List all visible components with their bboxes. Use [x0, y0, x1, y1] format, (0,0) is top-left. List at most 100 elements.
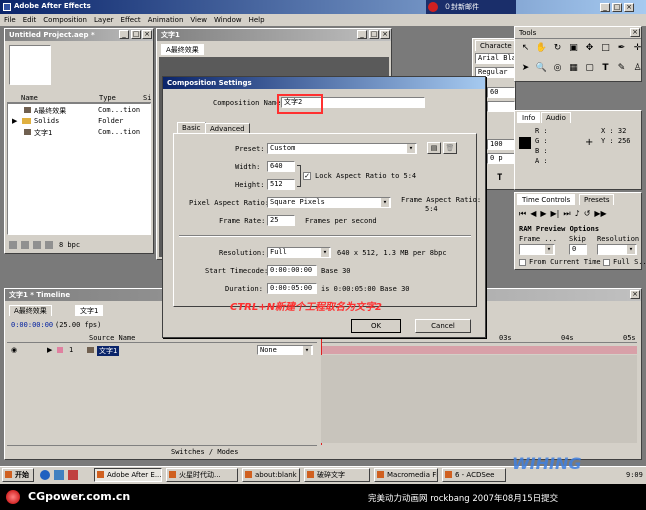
from-current-checkbox[interactable]: [519, 259, 526, 266]
parent-select[interactable]: None: [257, 345, 313, 355]
first-frame-icon[interactable]: ⏮: [519, 209, 526, 219]
minimize-button[interactable]: _: [600, 3, 610, 12]
col-size[interactable]: Si: [143, 94, 151, 102]
taskbar-about-blank[interactable]: about:blank - ...: [242, 468, 300, 482]
col-type[interactable]: Type: [99, 94, 116, 102]
timeline-close[interactable]: ×: [630, 290, 640, 299]
source-name-col[interactable]: Source Name: [89, 334, 135, 342]
frame-rate-field[interactable]: 25: [267, 215, 295, 226]
label-color[interactable]: [57, 347, 63, 353]
baseline-field[interactable]: 0 p: [487, 153, 515, 164]
mail-notifier[interactable]: ０封新邮件: [426, 0, 516, 14]
timeline-tab-text1[interactable]: 文字1: [75, 305, 104, 316]
list-item[interactable]: A最终效果 Com...tion: [8, 105, 150, 115]
menu-composition[interactable]: Composition: [43, 14, 87, 26]
close-button[interactable]: ×: [624, 3, 634, 12]
par-select[interactable]: Square Pixels: [267, 197, 391, 208]
menu-layer[interactable]: Layer: [94, 14, 114, 26]
project-min[interactable]: _: [119, 30, 129, 39]
height-field[interactable]: 512: [267, 179, 295, 190]
current-time[interactable]: 0:00:00:00: [11, 321, 53, 329]
camera-tool-icon[interactable]: ▣: [567, 43, 580, 60]
taskbar-hx[interactable]: 火星时代动...: [166, 468, 238, 482]
stamp-tool-icon[interactable]: ♙: [631, 63, 644, 80]
leading-field[interactable]: [487, 101, 515, 112]
more-tool-icon[interactable]: ✛: [631, 43, 644, 60]
rect-tool-icon[interactable]: □: [599, 43, 612, 60]
play-icon[interactable]: ▶: [540, 209, 546, 219]
switches-modes-toggle[interactable]: Switches / Modes: [171, 448, 238, 456]
comp-tab[interactable]: A最终效果: [161, 44, 204, 55]
expand-icon[interactable]: ▶: [47, 346, 52, 354]
arrow-tool-icon[interactable]: ➤: [519, 63, 532, 80]
expand-icon[interactable]: ▶: [12, 117, 17, 125]
menu-edit[interactable]: Edit: [23, 14, 37, 26]
menu-window[interactable]: Window: [214, 14, 242, 26]
frame-rate-select[interactable]: [519, 244, 555, 255]
maximize-button[interactable]: □: [612, 3, 622, 12]
hand-tool-icon[interactable]: ✋: [535, 43, 548, 60]
timeline-tab-final[interactable]: A最终效果: [9, 305, 52, 316]
pen-tool-icon[interactable]: ✒: [615, 43, 628, 60]
project-max[interactable]: □: [131, 30, 141, 39]
font-field[interactable]: Arial Blac: [475, 53, 520, 64]
eye-icon[interactable]: ◉: [11, 346, 17, 354]
start-button[interactable]: 开始: [2, 468, 34, 482]
resolution-select[interactable]: Full: [267, 247, 331, 258]
ie-icon[interactable]: [40, 470, 50, 480]
menu-effect[interactable]: Effect: [121, 14, 141, 26]
tab-basic[interactable]: Basic: [177, 122, 206, 133]
selection-tool-icon[interactable]: ↖: [519, 43, 532, 60]
tools-close[interactable]: ×: [630, 28, 640, 37]
bin-icon[interactable]: [45, 241, 53, 249]
comp-max[interactable]: □: [369, 30, 379, 39]
list-item[interactable]: 文字1 Com...tion: [8, 127, 150, 137]
skip-field[interactable]: 0: [569, 244, 587, 255]
mask-tool-icon[interactable]: ▢: [583, 63, 596, 80]
audio-tab[interactable]: Audio: [541, 112, 571, 123]
taskbar-acdsee[interactable]: 6 - ACDSee: [442, 468, 506, 482]
layer-track-bar[interactable]: [321, 346, 637, 354]
type-tool-icon[interactable]: T: [599, 63, 612, 80]
taskbar-macromedia[interactable]: Macromedia Fl...: [374, 468, 438, 482]
brush-tool-icon[interactable]: ✎: [615, 63, 628, 80]
quicklaunch-icon[interactable]: [68, 470, 78, 480]
list-item[interactable]: ▶ Solids Folder: [8, 116, 150, 126]
resolution-select[interactable]: [597, 244, 637, 255]
comp-new-icon[interactable]: [33, 241, 41, 249]
info-tab[interactable]: Info: [517, 112, 541, 123]
text-bold-icon[interactable]: T: [497, 173, 502, 183]
grid-tool-icon[interactable]: ▦: [567, 63, 580, 80]
last-frame-icon[interactable]: ⏭: [563, 209, 570, 219]
menu-animation[interactable]: Animation: [148, 14, 184, 26]
taskbar-shatter-text[interactable]: 破碎文字: [304, 468, 370, 482]
presets-tab[interactable]: Presets: [579, 194, 615, 205]
taskbar-after-effects[interactable]: Adobe After E...: [94, 468, 162, 482]
full-screen-checkbox[interactable]: [603, 259, 610, 266]
next-frame-icon[interactable]: ▶|: [551, 209, 560, 219]
duration-field[interactable]: 0:00:05:00: [267, 283, 317, 294]
desktop-icon[interactable]: [54, 470, 64, 480]
preset-select[interactable]: Custom: [267, 143, 417, 154]
lock-aspect-checkbox[interactable]: ✓: [303, 172, 311, 180]
size-field[interactable]: 60: [487, 87, 515, 98]
menu-file[interactable]: File: [4, 14, 16, 26]
menu-help[interactable]: Help: [249, 14, 265, 26]
project-close[interactable]: ×: [142, 30, 152, 39]
save-preset-button[interactable]: ▤: [427, 142, 441, 154]
bpc-label[interactable]: 8 bpc: [59, 241, 80, 249]
loop-icon[interactable]: ↺: [584, 209, 591, 219]
pan-tool-icon[interactable]: ✥: [583, 43, 596, 60]
comp-close[interactable]: ×: [380, 30, 390, 39]
audio-icon[interactable]: ♪: [575, 209, 580, 219]
start-timecode-field[interactable]: 0:00:00:00: [267, 265, 317, 276]
trash-icon[interactable]: [9, 241, 17, 249]
scale-field[interactable]: 100: [487, 139, 515, 150]
cancel-button[interactable]: Cancel: [415, 319, 471, 333]
menu-view[interactable]: View: [190, 14, 207, 26]
delete-preset-button[interactable]: 🗑: [443, 142, 457, 154]
layer-name[interactable]: 文字1: [97, 346, 120, 356]
orbit-tool-icon[interactable]: ◎: [551, 63, 564, 80]
folder-new-icon[interactable]: [21, 241, 29, 249]
prev-frame-icon[interactable]: ◀: [530, 209, 536, 219]
